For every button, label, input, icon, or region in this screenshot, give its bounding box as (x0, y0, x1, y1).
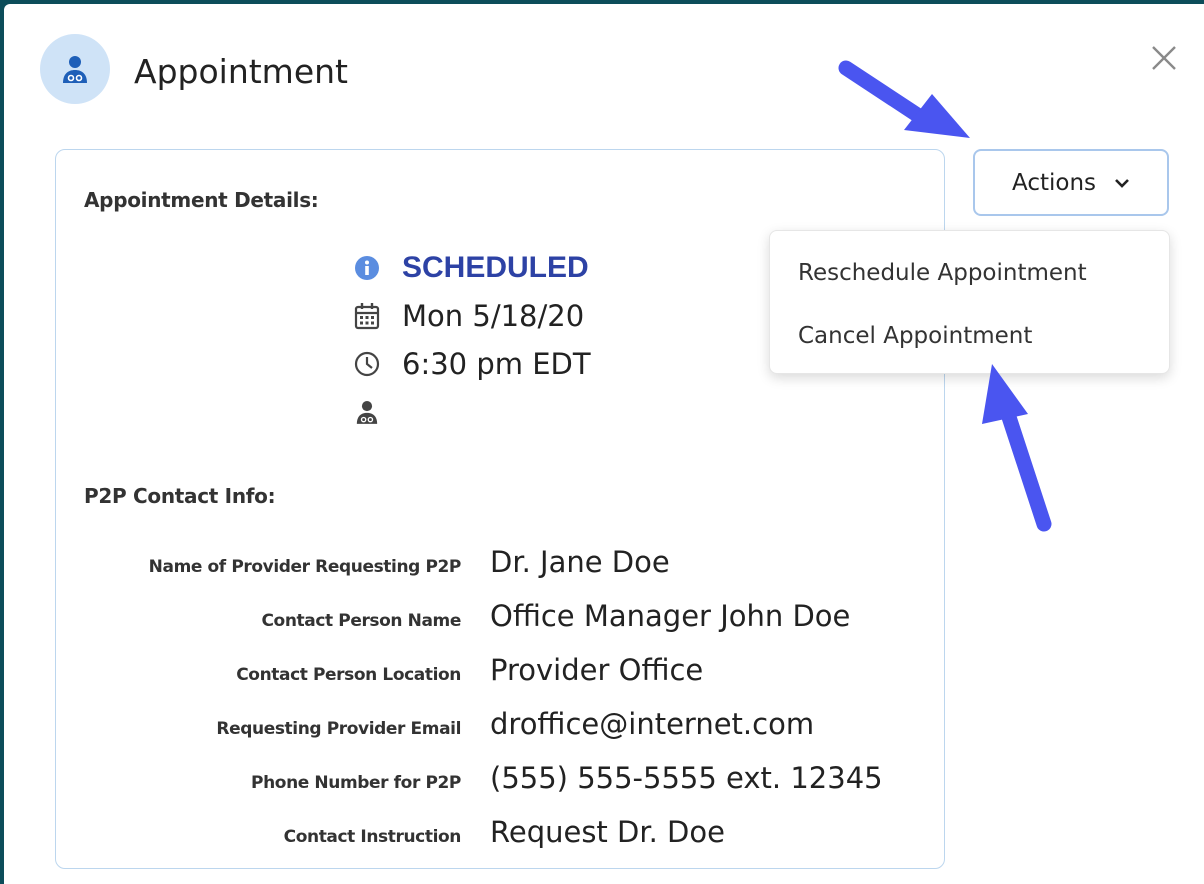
provider-row (352, 388, 591, 436)
menu-item-cancel[interactable]: Cancel Appointment (798, 323, 1032, 349)
info-value: Request Dr. Doe (490, 815, 725, 849)
actions-label: Actions (1011, 169, 1096, 196)
clock-icon (352, 349, 382, 379)
actions-button[interactable]: Actions (973, 149, 1169, 216)
date-row: Mon 5/18/20 (352, 292, 591, 340)
appointment-time: 6:30 pm EDT (402, 347, 591, 381)
annotation-arrow-down (838, 60, 970, 138)
info-label: Contact Person Location (236, 665, 461, 685)
info-row: Contact Person Location Provider Office (56, 648, 944, 702)
appointment-date: Mon 5/18/20 (402, 299, 585, 333)
info-label: Requesting Provider Email (216, 719, 461, 739)
annotation-arrow-up (982, 364, 1052, 532)
close-icon[interactable] (1144, 38, 1184, 78)
status-row: SCHEDULED (352, 244, 591, 292)
info-label: Contact Instruction (283, 827, 462, 847)
calendar-icon (352, 301, 382, 331)
appointment-modal: Appointment Appointment Details: SCHEDUL… (4, 4, 1204, 884)
contact-info-table: Name of Provider Requesting P2P Dr. Jane… (56, 540, 944, 864)
appointment-details: SCHEDULED Mon 5/18/20 6:30 pm EDT (352, 244, 591, 436)
info-value: droffice@internet.com (490, 707, 815, 741)
info-value: Provider Office (490, 653, 704, 687)
info-row: Contact Instruction Request Dr. Doe (56, 810, 944, 864)
info-row: Phone Number for P2P (555) 555-5555 ext.… (56, 756, 944, 810)
contact-heading: P2P Contact Info: (84, 484, 276, 508)
doctor-icon (352, 397, 382, 427)
info-label: Name of Provider Requesting P2P (148, 557, 462, 577)
info-row: Requesting Provider Email droffice@inter… (56, 702, 944, 756)
time-row: 6:30 pm EDT (352, 340, 591, 388)
info-value: Dr. Jane Doe (490, 545, 670, 579)
info-row: Name of Provider Requesting P2P Dr. Jane… (56, 540, 944, 594)
actions-dropdown-menu: Reschedule Appointment Cancel Appointmen… (769, 230, 1170, 374)
menu-item-reschedule[interactable]: Reschedule Appointment (798, 260, 1087, 286)
info-label: Contact Person Name (261, 611, 461, 631)
chevron-down-icon (1114, 170, 1130, 196)
info-row: Contact Person Name Office Manager John … (56, 594, 944, 648)
info-value: (555) 555-5555 ext. 12345 (490, 761, 883, 795)
info-icon (352, 253, 382, 283)
details-heading: Appointment Details: (84, 188, 319, 212)
status-badge: SCHEDULED (402, 251, 589, 284)
info-value: Office Manager John Doe (490, 599, 851, 633)
info-label: Phone Number for P2P (251, 773, 461, 793)
doctor-icon (40, 34, 110, 104)
modal-title: Appointment (134, 52, 348, 91)
